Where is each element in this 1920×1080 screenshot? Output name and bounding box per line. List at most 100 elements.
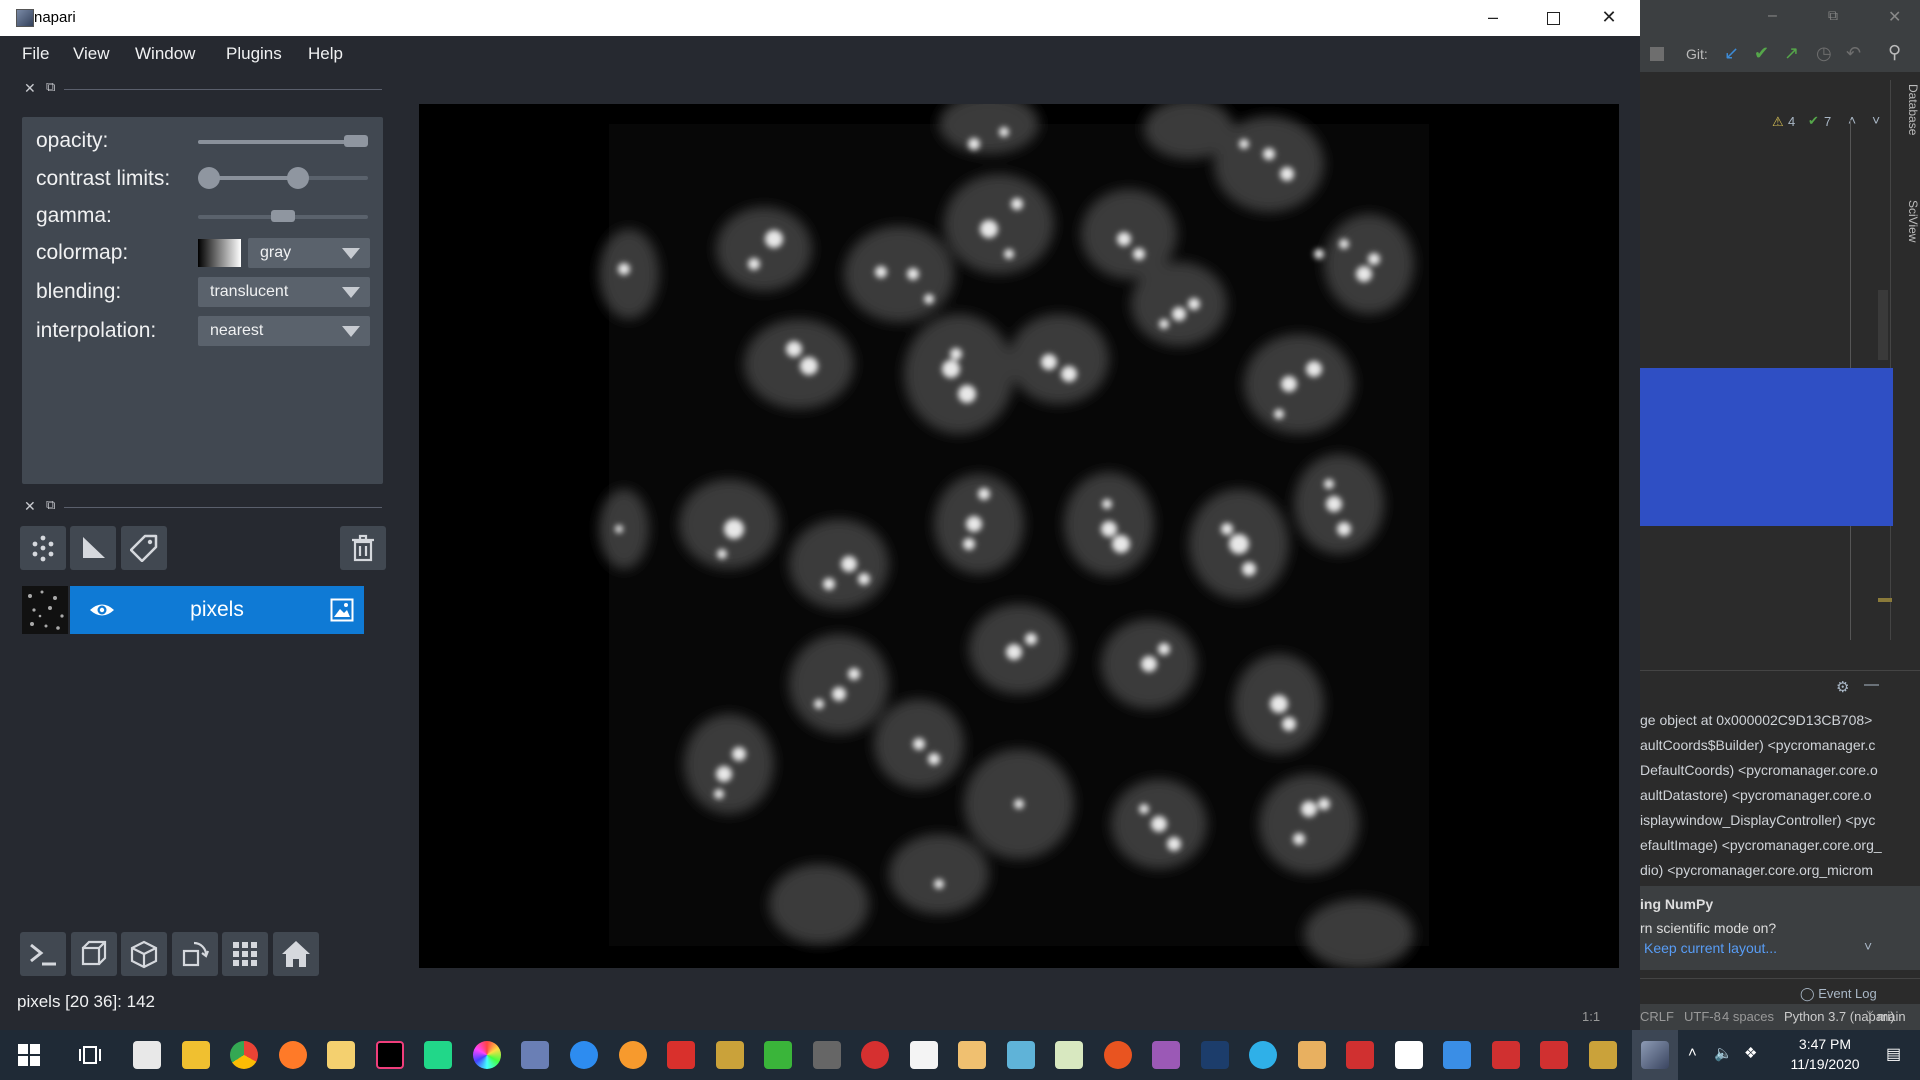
gamma-slider[interactable] xyxy=(198,206,368,228)
microscope-icon[interactable] xyxy=(716,1041,744,1069)
rollback-icon[interactable]: ↶ xyxy=(1846,43,1861,64)
document-icon[interactable] xyxy=(910,1041,938,1069)
menu-plugins[interactable]: Plugins xyxy=(226,44,282,64)
layer-name[interactable]: pixels xyxy=(70,598,364,622)
menu-window[interactable]: Window xyxy=(135,44,195,64)
status-indent[interactable]: 4 spaces xyxy=(1722,1009,1774,1024)
close-icon[interactable]: ✕ xyxy=(1586,0,1632,36)
app-icon[interactable] xyxy=(570,1041,598,1069)
dock-float-icon[interactable]: ⧉ xyxy=(46,497,55,513)
maximize-icon[interactable] xyxy=(1530,0,1576,36)
status-position[interactable]: 1:1 xyxy=(1582,1009,1600,1024)
chevron-down-icon[interactable]: ˅ xyxy=(1872,112,1880,128)
new-labels-layer-button[interactable] xyxy=(121,526,167,570)
notion-icon[interactable] xyxy=(1395,1041,1423,1069)
event-log-button[interactable]: ◯ Event Log xyxy=(1800,986,1877,1002)
pdf-icon[interactable] xyxy=(1492,1041,1520,1069)
contrast-limits-slider[interactable] xyxy=(198,166,368,190)
git-commit-icon[interactable]: ✔ xyxy=(1754,43,1769,64)
acrobat-icon[interactable] xyxy=(667,1041,695,1069)
gamma-slider-handle[interactable] xyxy=(271,210,295,222)
hide-panel-icon[interactable]: — xyxy=(1864,676,1879,693)
ndisplay-toggle-button[interactable] xyxy=(71,932,117,976)
gear-icon[interactable]: ⚙ xyxy=(1836,678,1849,696)
opacity-slider[interactable] xyxy=(198,131,368,153)
status-encoding[interactable]: UTF-8 xyxy=(1684,1009,1721,1024)
notifications-icon[interactable]: ▤ xyxy=(1886,1044,1901,1064)
restore-icon[interactable]: ⧉ xyxy=(1828,7,1838,24)
menu-view[interactable]: View xyxy=(73,44,110,64)
clock-time[interactable]: 3:47 PM xyxy=(1782,1036,1868,1052)
napari-taskbar-button[interactable] xyxy=(1632,1030,1678,1080)
pycharm-icon[interactable] xyxy=(424,1041,452,1069)
close-icon[interactable]: ✕ xyxy=(1888,7,1901,27)
blending-dropdown[interactable]: translucent xyxy=(198,277,370,307)
chrome-icon[interactable] xyxy=(230,1041,258,1069)
image-canvas[interactable] xyxy=(419,94,1619,969)
console-button[interactable] xyxy=(20,932,66,976)
search-icon[interactable]: ⚲ xyxy=(1888,42,1901,63)
ubuntu-icon[interactable] xyxy=(1104,1041,1132,1069)
microscope-icon[interactable] xyxy=(1589,1041,1617,1069)
colormap-label: colormap: xyxy=(36,241,129,264)
new-shapes-layer-button[interactable] xyxy=(70,526,116,570)
status-branch[interactable]: ᛉ main xyxy=(1866,1009,1906,1024)
layer-list-item[interactable]: pixels xyxy=(22,586,364,634)
pdf-icon[interactable] xyxy=(1540,1041,1568,1069)
delete-layer-button[interactable] xyxy=(340,526,386,570)
photos-icon[interactable] xyxy=(1007,1041,1035,1069)
color-picker-icon[interactable] xyxy=(473,1041,501,1069)
git-update-icon[interactable]: ↙ xyxy=(1724,43,1739,64)
file-explorer-icon[interactable] xyxy=(182,1041,210,1069)
windows-start-icon[interactable] xyxy=(18,1044,40,1071)
edge-icon[interactable] xyxy=(1249,1041,1277,1069)
firefox-icon[interactable] xyxy=(279,1041,307,1069)
sidebar-tab-database[interactable]: Database xyxy=(1906,84,1920,135)
dropbox-icon[interactable]: ❖ xyxy=(1744,1044,1757,1062)
sidebar-tab-sciview[interactable]: SciView xyxy=(1906,200,1920,242)
minimize-icon[interactable]: – xyxy=(1768,7,1777,25)
pdf-icon[interactable] xyxy=(1346,1041,1374,1069)
history-icon[interactable]: ◷ xyxy=(1816,43,1832,64)
app-icon[interactable] xyxy=(1298,1041,1326,1069)
document-icon[interactable] xyxy=(1443,1041,1471,1069)
zotero-icon[interactable] xyxy=(861,1041,889,1069)
reset-view-button[interactable] xyxy=(273,932,319,976)
calculator-icon[interactable] xyxy=(1055,1041,1083,1069)
new-points-layer-button[interactable] xyxy=(20,526,66,570)
keep-layout-link[interactable]: Keep current layout... xyxy=(1644,940,1777,956)
transpose-dims-button[interactable] xyxy=(172,932,218,976)
intellij-icon[interactable] xyxy=(376,1041,404,1069)
volume-icon[interactable]: 🔈 xyxy=(1714,1044,1733,1062)
grid-view-button[interactable] xyxy=(222,932,268,976)
app-icon[interactable] xyxy=(958,1041,986,1069)
chevron-up-icon[interactable]: ˄ xyxy=(1688,1044,1697,1061)
menu-file[interactable]: File xyxy=(22,44,49,64)
dock-close-icon[interactable]: ✕ xyxy=(24,498,36,515)
opacity-slider-handle[interactable] xyxy=(344,135,368,147)
dock-close-icon[interactable]: ✕ xyxy=(24,80,36,97)
git-push-icon[interactable]: ↗ xyxy=(1784,43,1799,64)
stop-icon[interactable] xyxy=(1650,47,1664,61)
roll-dims-button[interactable] xyxy=(121,932,167,976)
task-view-icon[interactable] xyxy=(78,1044,102,1071)
mail-icon[interactable] xyxy=(1201,1041,1229,1069)
menu-help[interactable]: Help xyxy=(308,44,343,64)
contrast-low-handle[interactable] xyxy=(198,167,220,189)
microscope-icon[interactable] xyxy=(813,1041,841,1069)
dock-float-icon[interactable]: ⧉ xyxy=(46,79,55,95)
image-editor-icon[interactable] xyxy=(521,1041,549,1069)
store-icon[interactable] xyxy=(133,1041,161,1069)
notes-icon[interactable] xyxy=(327,1041,355,1069)
status-crlf[interactable]: CRLF xyxy=(1640,1009,1674,1024)
contrast-high-handle[interactable] xyxy=(286,167,309,189)
minimize-icon[interactable]: – xyxy=(1470,0,1516,36)
app-icon[interactable] xyxy=(1152,1041,1180,1069)
clock-date[interactable]: 11/19/2020 xyxy=(1782,1056,1868,1072)
layer-item-pixels[interactable]: pixels xyxy=(70,586,364,634)
chevron-down-icon[interactable]: ˅ xyxy=(1864,938,1872,954)
app-icon[interactable] xyxy=(619,1041,647,1069)
colormap-dropdown[interactable]: gray xyxy=(248,238,370,268)
interpolation-dropdown[interactable]: nearest xyxy=(198,316,370,346)
app-icon[interactable] xyxy=(764,1041,792,1069)
